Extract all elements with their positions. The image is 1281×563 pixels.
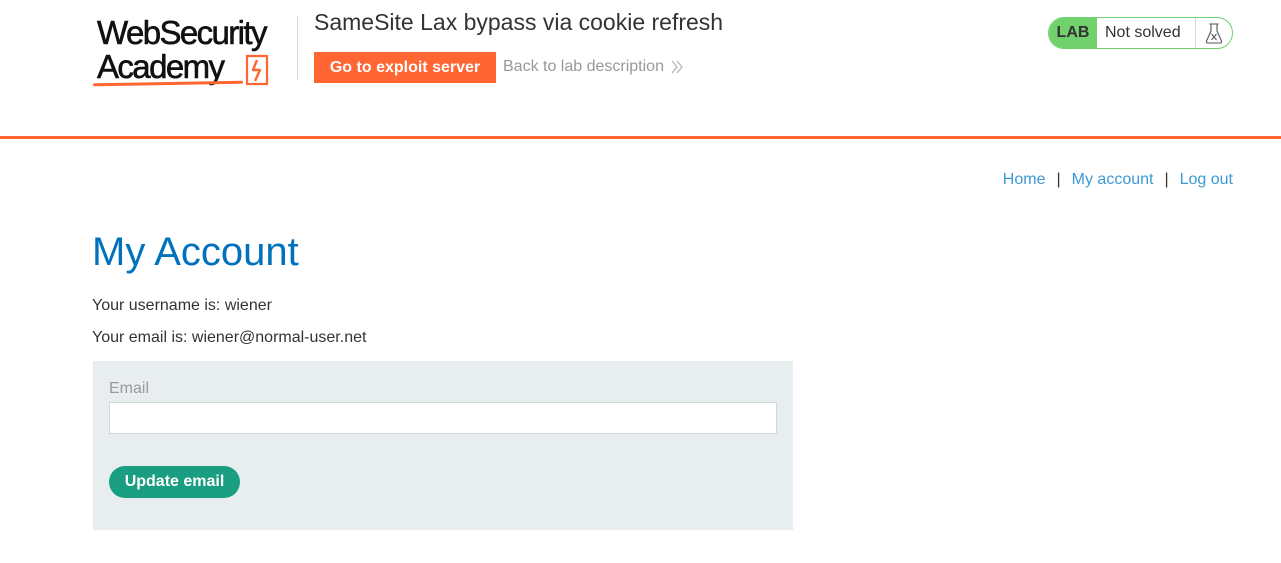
logo-text-line2: Academy bbox=[97, 48, 226, 85]
logo-text-line1: WebSecurity bbox=[97, 14, 268, 51]
back-to-description-label: Back to lab description bbox=[503, 58, 664, 75]
web-security-academy-logo[interactable]: WebSecurity Academy bbox=[92, 14, 298, 88]
nav-log-out-link[interactable]: Log out bbox=[1180, 171, 1233, 189]
header-divider bbox=[297, 16, 298, 80]
nav-separator: | bbox=[1164, 171, 1169, 188]
email-field-label: Email bbox=[109, 380, 150, 397]
email-info: Your email is: wiener@normal-user.net bbox=[92, 329, 367, 346]
double-chevron-right-icon bbox=[671, 60, 683, 74]
change-email-form: Email Update email bbox=[93, 361, 793, 530]
email-field[interactable] bbox=[109, 402, 777, 434]
username-info: Your username is: wiener bbox=[92, 297, 272, 314]
update-email-button-label: Update email bbox=[124, 473, 225, 490]
account-nav: Home | My account | Log out bbox=[1003, 171, 1233, 189]
lab-title: SameSite Lax bypass via cookie refresh bbox=[314, 9, 724, 35]
lab-header: WebSecurity Academy SameSite Lax bypass … bbox=[0, 0, 1281, 140]
update-email-button[interactable]: Update email bbox=[109, 466, 240, 498]
logo-bolt-icon bbox=[245, 54, 269, 86]
back-to-description-link[interactable]: Back to lab description bbox=[503, 58, 684, 76]
lab-status-badge: LAB Not solved bbox=[1048, 17, 1233, 49]
exploit-server-button[interactable]: Go to exploit server bbox=[314, 52, 496, 83]
nav-home-link[interactable]: Home bbox=[1003, 171, 1046, 189]
flask-icon bbox=[1196, 18, 1232, 48]
nav-my-account-link[interactable]: My account bbox=[1072, 171, 1154, 189]
header-orange-rule bbox=[0, 136, 1281, 139]
nav-separator: | bbox=[1056, 171, 1061, 188]
lab-status-tag: LAB bbox=[1049, 18, 1097, 48]
exploit-server-button-label: Go to exploit server bbox=[329, 58, 481, 76]
lab-status-text: Not solved bbox=[1097, 18, 1196, 48]
page-title: My Account bbox=[92, 230, 299, 274]
